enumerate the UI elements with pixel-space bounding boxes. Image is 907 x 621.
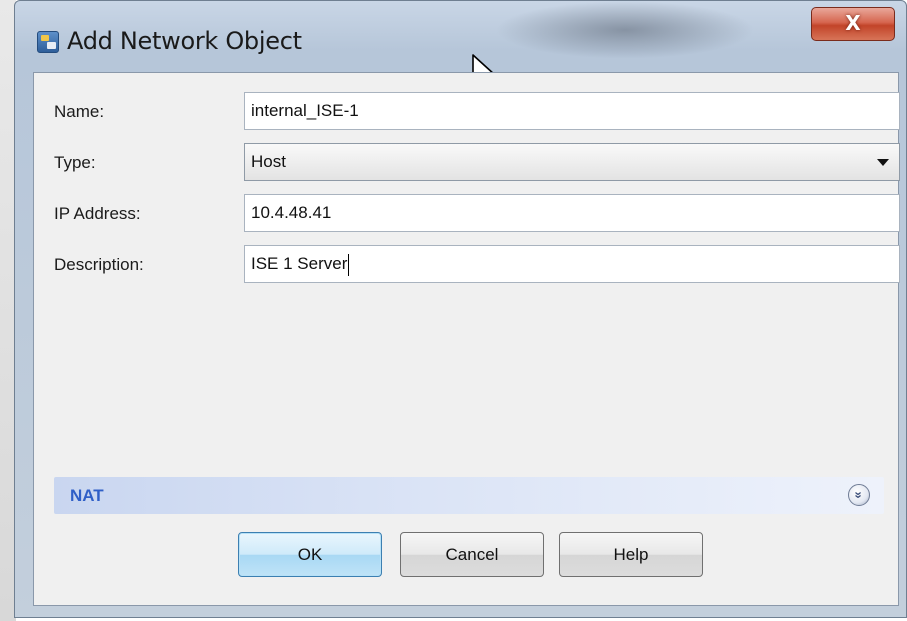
dropdown-arrow-icon bbox=[877, 159, 889, 166]
type-row: Type: Host bbox=[34, 143, 900, 183]
name-input[interactable]: internal_ISE-1 bbox=[244, 92, 900, 130]
description-input[interactable]: ISE 1 Server bbox=[244, 245, 900, 283]
background-blur bbox=[495, 1, 755, 59]
description-label: Description: bbox=[54, 255, 144, 274]
title-bar[interactable]: Add Network Object X bbox=[15, 1, 906, 71]
button-bar: OK Cancel Help bbox=[34, 532, 898, 582]
ip-row: IP Address: 10.4.48.41 bbox=[34, 194, 900, 234]
description-row: Description: ISE 1 Server bbox=[34, 245, 900, 285]
text-caret bbox=[348, 253, 350, 276]
network-object-icon bbox=[37, 31, 59, 53]
type-select-value: Host bbox=[251, 152, 286, 171]
type-label: Type: bbox=[54, 153, 96, 172]
expand-glyph: » bbox=[851, 491, 867, 499]
dialog-body: Name: internal_ISE-1 Type: Host IP Addre… bbox=[33, 72, 900, 606]
dialog-title: Add Network Object bbox=[67, 27, 302, 55]
help-button[interactable]: Help bbox=[559, 532, 703, 577]
type-select[interactable]: Host bbox=[244, 143, 900, 181]
nat-label: NAT bbox=[70, 486, 104, 505]
name-row: Name: internal_ISE-1 bbox=[34, 92, 900, 132]
description-value: ISE 1 Server bbox=[251, 254, 348, 273]
nat-section-header[interactable]: NAT » bbox=[54, 477, 884, 514]
name-label: Name: bbox=[54, 102, 105, 121]
close-button[interactable]: X bbox=[811, 7, 895, 41]
ok-button[interactable]: OK bbox=[238, 532, 382, 577]
double-chevron-down-icon[interactable]: » bbox=[848, 484, 870, 506]
ip-address-label: IP Address: bbox=[54, 204, 141, 223]
cancel-button[interactable]: Cancel bbox=[400, 532, 544, 577]
add-network-object-dialog: Add Network Object X Name: internal_ISE-… bbox=[14, 0, 907, 618]
screenshot-frame: Add Network Object X Name: internal_ISE-… bbox=[0, 0, 907, 621]
ip-address-input[interactable]: 10.4.48.41 bbox=[244, 194, 900, 232]
